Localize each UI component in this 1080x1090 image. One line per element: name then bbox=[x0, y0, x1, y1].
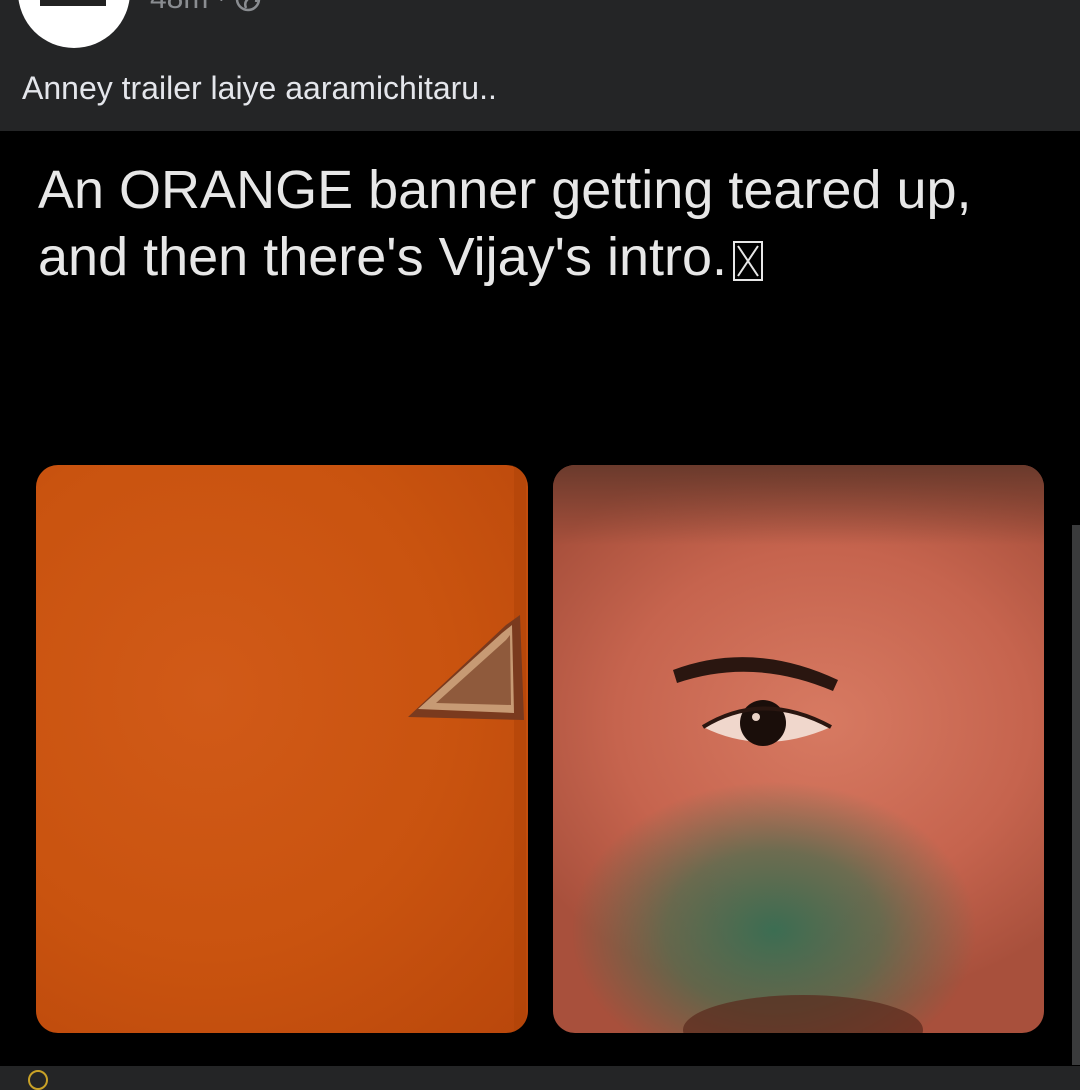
scrollbar[interactable] bbox=[1072, 525, 1080, 1065]
post-caption: Anney trailer laiye aaramichitaru.. bbox=[22, 70, 497, 106]
avatar-logo bbox=[40, 0, 106, 6]
knife-tear-icon bbox=[408, 465, 526, 1033]
missing-emoji-icon bbox=[733, 241, 764, 281]
meme-image[interactable]: An ORANGE banner getting teared up, and … bbox=[0, 131, 1080, 1066]
vijay-eye-panel bbox=[553, 465, 1044, 1033]
reaction-icon[interactable] bbox=[28, 1070, 48, 1090]
post-time[interactable]: 48m bbox=[150, 0, 208, 16]
orange-banner-panel bbox=[36, 465, 528, 1033]
meme-text-content: An ORANGE banner getting teared up, and … bbox=[38, 160, 972, 287]
post-header: 48m · Anney trailer laiye aaramichitaru.… bbox=[0, 0, 1080, 130]
post-meta: 48m · bbox=[150, 0, 262, 16]
meme-text: An ORANGE banner getting teared up, and … bbox=[38, 157, 998, 291]
post-footer bbox=[0, 1066, 1080, 1080]
meta-separator: · bbox=[218, 0, 224, 10]
page-avatar[interactable] bbox=[18, 0, 130, 48]
eye-icon bbox=[673, 657, 923, 1033]
globe-icon bbox=[236, 0, 261, 12]
